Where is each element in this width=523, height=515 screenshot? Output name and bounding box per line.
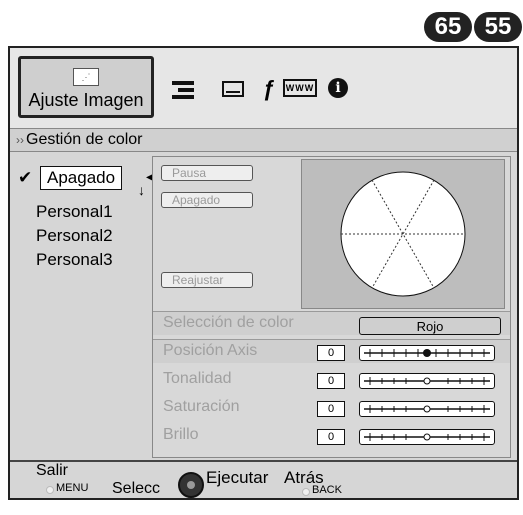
selecc-label: Selecc — [112, 480, 161, 497]
ajuste-imagen-button[interactable]: ⋰ Ajuste Imagen — [18, 56, 154, 118]
salir-label[interactable]: Salir — [36, 462, 68, 480]
back-dot-icon — [302, 488, 310, 496]
saturacion-slider[interactable] — [359, 401, 495, 417]
posicion-slider[interactable] — [359, 345, 495, 361]
top-toolbar: ⋰ Ajuste Imagen ƒ WWW i — [10, 48, 517, 128]
saturacion-label: Saturación — [163, 398, 240, 415]
color-wheel — [301, 159, 505, 309]
list-item-apagado[interactable]: Apagado — [40, 166, 123, 190]
section-header: ›› Gestión de color — [10, 128, 517, 152]
list-item-personal1[interactable]: Personal1 — [36, 202, 113, 222]
picture-icon: ⋰ — [73, 68, 99, 86]
ajuste-imagen-label: Ajuste Imagen — [28, 90, 144, 110]
color-panel: Pausa Apagado Reajustar Selección de col… — [152, 156, 511, 458]
slider-track-icon — [364, 349, 490, 357]
color-wheel-graphic — [340, 171, 466, 297]
slider-track-icon — [364, 377, 490, 385]
screen-icon[interactable] — [222, 81, 244, 97]
saturacion-value: 0 — [317, 401, 345, 417]
chevron-icon: ›› — [16, 133, 24, 147]
slider-track-icon — [364, 433, 490, 441]
ejecutar-label[interactable]: Ejecutar — [206, 468, 268, 488]
mode-list: ✔ Apagado ◀ ↓ Personal1 Personal2 Person… — [10, 152, 154, 460]
badge-65: 65 — [424, 12, 472, 42]
posicion-label: Posición Axis — [163, 342, 258, 359]
tonalidad-slider[interactable] — [359, 373, 495, 389]
wrench-icon[interactable]: ƒ — [263, 76, 275, 102]
back-key-label: BACK — [312, 484, 342, 496]
www-icon[interactable]: WWW — [283, 79, 317, 97]
bottom-bar: Salir MENU Selecc Ejecutar Atrás BACK — [10, 460, 517, 498]
menu-dot-icon — [46, 486, 54, 494]
reajustar-button[interactable]: Reajustar — [161, 272, 253, 288]
settings-window: ⋰ Ajuste Imagen ƒ WWW i ›› Gestión de co… — [8, 46, 519, 500]
section-title: Gestión de color — [26, 131, 143, 148]
list-item-personal2[interactable]: Personal2 — [36, 226, 113, 246]
tonalidad-value: 0 — [317, 373, 345, 389]
tonalidad-label: Tonalidad — [163, 370, 232, 387]
badge-55: 55 — [474, 12, 522, 42]
menu-key-label: MENU — [56, 482, 89, 494]
brillo-label: Brillo — [163, 426, 199, 443]
apagado-button[interactable]: Apagado — [161, 192, 253, 208]
color-select[interactable]: Rojo — [359, 317, 501, 335]
slider-track-icon — [364, 405, 490, 413]
info-icon[interactable]: i — [328, 78, 348, 98]
list-item-personal3[interactable]: Personal3 — [36, 250, 113, 270]
seleccion-label: Selección de color — [163, 314, 294, 331]
arrow-down-icon: ↓ — [138, 182, 145, 198]
pausa-button[interactable]: Pausa — [161, 165, 253, 181]
checkmark-icon: ✔ — [18, 168, 33, 187]
brillo-slider[interactable] — [359, 429, 495, 445]
joystick-icon — [178, 472, 204, 498]
brillo-value: 0 — [317, 429, 345, 445]
list-icon[interactable] — [172, 81, 194, 99]
posicion-value: 0 — [317, 345, 345, 361]
